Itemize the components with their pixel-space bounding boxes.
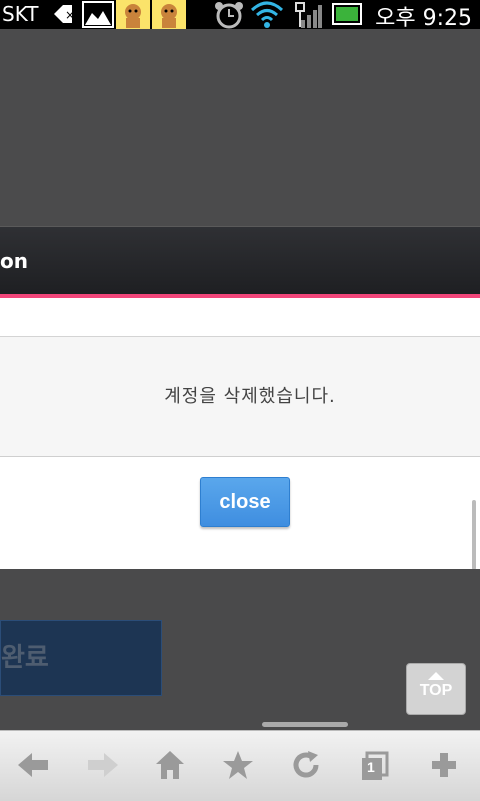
dialog-footer: close (0, 457, 480, 569)
back-notification-icon: × (54, 5, 75, 23)
back-icon[interactable] (14, 745, 54, 785)
add-tab-icon[interactable] (424, 745, 464, 785)
cookie-game-icon (152, 0, 186, 29)
arrow-up-icon (428, 672, 444, 680)
vertical-scrollbar[interactable] (472, 500, 476, 570)
tabs-icon[interactable]: 1 (354, 745, 394, 785)
battery-icon (332, 3, 362, 25)
dialog-title-bar: on (0, 226, 480, 295)
signal-icon (301, 5, 322, 28)
home-icon[interactable] (150, 745, 190, 785)
carrier-label: SKT (2, 2, 39, 26)
alarm-icon (215, 2, 243, 29)
horizontal-scrollbar[interactable] (262, 722, 348, 727)
refresh-icon[interactable] (286, 745, 326, 785)
gallery-icon (82, 1, 114, 28)
page-background-bottom: 완료 TOP (0, 569, 480, 730)
page-background-top (0, 29, 480, 226)
scroll-top-label: TOP (419, 682, 453, 699)
dialog-message: 계정을 삭제했습니다. (164, 386, 336, 407)
forward-icon[interactable] (82, 745, 122, 785)
dialog-body: 계정을 삭제했습니다. (0, 337, 480, 457)
close-button[interactable]: close (200, 477, 290, 527)
svg-text:×: × (65, 8, 75, 22)
clock: 오후 9:25 (375, 6, 472, 31)
tab-count: 1 (367, 759, 375, 775)
complete-button[interactable]: 완료 (0, 620, 162, 696)
scroll-top-button[interactable]: TOP (406, 663, 466, 715)
dialog-top-strip (0, 298, 480, 337)
status-bar: SKT × 오후 9:25 (0, 0, 480, 31)
browser-toolbar: 1 (0, 730, 480, 801)
dialog-title: on (0, 249, 28, 273)
bookmark-star-icon[interactable] (218, 745, 258, 785)
cookie-game-icon (116, 0, 150, 29)
wifi-icon (250, 1, 284, 28)
